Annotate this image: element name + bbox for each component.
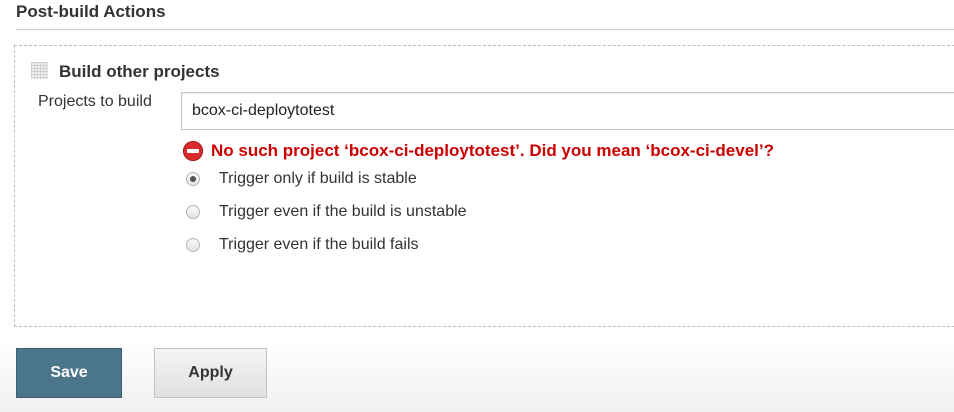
section-divider [16, 29, 954, 30]
error-text: No such project ‘bcox-ci-deploytotest’. … [211, 141, 774, 160]
radio-unstable[interactable] [186, 205, 200, 219]
radio-stable[interactable] [186, 172, 200, 186]
projects-to-build-input[interactable] [181, 92, 954, 130]
option-fails[interactable]: Trigger even if the build fails [186, 235, 419, 255]
error-circle-icon [183, 141, 203, 161]
build-other-projects-block [14, 45, 954, 327]
projects-to-build-label: Projects to build [38, 93, 152, 110]
radio-fails[interactable] [186, 238, 200, 252]
apply-button[interactable]: Apply [154, 348, 267, 398]
option-stable[interactable]: Trigger only if build is stable [186, 169, 417, 189]
option-fails-label: Trigger even if the build fails [219, 236, 419, 253]
save-button[interactable]: Save [16, 348, 122, 398]
section-title: Post-build Actions [16, 2, 166, 21]
option-unstable[interactable]: Trigger even if the build is unstable [186, 202, 467, 222]
drag-handle-icon[interactable] [31, 62, 48, 79]
bottom-button-bar [0, 340, 954, 412]
block-title: Build other projects [59, 62, 220, 81]
option-unstable-label: Trigger even if the build is unstable [219, 203, 467, 220]
option-stable-label: Trigger only if build is stable [219, 170, 417, 187]
error-message: No such project ‘bcox-ci-deploytotest’. … [183, 140, 774, 162]
